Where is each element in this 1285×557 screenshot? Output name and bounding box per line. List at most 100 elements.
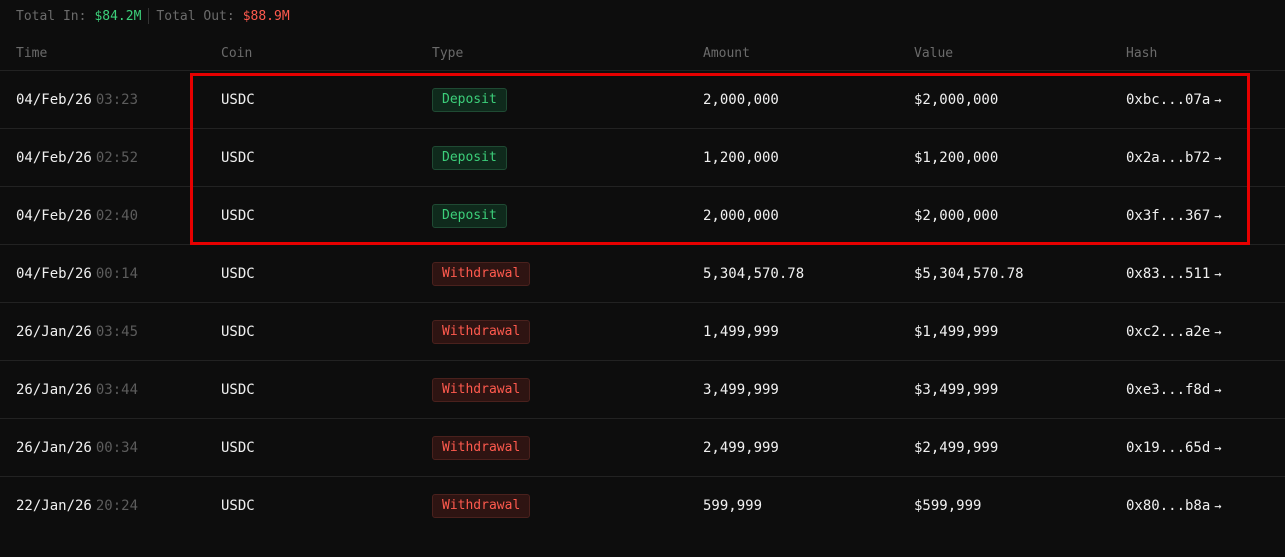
table-body: 04/Feb/26 03:23 USDC Deposit 2,000,000 $2…: [0, 70, 1285, 534]
value-cell: $3,499,999: [914, 381, 999, 398]
hash-link[interactable]: 0xbc...07a →: [1126, 92, 1222, 108]
hash-text[interactable]: 0xbc...07a: [1126, 92, 1210, 108]
value-cell: $1,499,999: [914, 323, 999, 340]
table-header: Time Coin Type Amount Value Hash: [0, 37, 1285, 70]
coin-cell: USDC: [221, 381, 255, 398]
column-header-amount[interactable]: Amount: [703, 46, 750, 61]
amount-cell: 1,499,999: [703, 323, 779, 340]
row-clock: 00:14: [95, 265, 139, 282]
time-cell: 04/Feb/26 00:14: [16, 266, 138, 282]
table-row[interactable]: 04/Feb/26 02:52 USDC Deposit 1,200,000 $1…: [0, 128, 1285, 186]
row-date: 04/Feb/26: [16, 149, 92, 166]
table-row[interactable]: 22/Jan/26 20:24 USDC Withdrawal 599,999 $…: [0, 476, 1285, 534]
withdrawal-badge: Withdrawal: [432, 435, 531, 460]
coin-cell: USDC: [221, 497, 255, 514]
table-row[interactable]: 26/Jan/26 03:44 USDC Withdrawal 3,499,999…: [0, 360, 1285, 418]
type-cell: Withdrawal: [432, 319, 531, 344]
arrow-right-icon[interactable]: →: [1214, 441, 1221, 455]
value-cell: $2,000,000: [914, 207, 999, 224]
coin-cell: USDC: [221, 439, 255, 456]
hash-link[interactable]: 0x19...65d →: [1126, 440, 1222, 456]
table-row[interactable]: 04/Feb/26 03:23 USDC Deposit 2,000,000 $2…: [0, 70, 1285, 128]
value-cell: $599,999: [914, 497, 982, 514]
arrow-right-icon[interactable]: →: [1214, 151, 1221, 165]
amount-cell: 3,499,999: [703, 381, 779, 398]
withdrawal-badge: Withdrawal: [432, 493, 531, 518]
table-row[interactable]: 26/Jan/26 03:45 USDC Withdrawal 1,499,999…: [0, 302, 1285, 360]
hash-link[interactable]: 0xc2...a2e →: [1126, 324, 1222, 340]
row-clock: 02:52: [95, 149, 139, 166]
row-date: 26/Jan/26: [16, 323, 92, 340]
deposit-badge: Deposit: [432, 87, 507, 112]
hash-text[interactable]: 0x3f...367: [1126, 208, 1210, 224]
value-cell: $2,000,000: [914, 91, 999, 108]
withdrawal-badge: Withdrawal: [432, 261, 531, 286]
column-header-time[interactable]: Time: [16, 46, 47, 61]
hash-text[interactable]: 0xe3...f8d: [1126, 382, 1210, 398]
row-date: 04/Feb/26: [16, 265, 92, 282]
arrow-right-icon[interactable]: →: [1214, 267, 1221, 281]
total-out-value: $88.9M: [242, 8, 290, 24]
column-header-hash[interactable]: Hash: [1126, 46, 1157, 61]
hash-link[interactable]: 0x2a...b72 →: [1126, 150, 1222, 166]
time-cell: 04/Feb/26 03:23: [16, 92, 138, 108]
row-clock: 20:24: [95, 497, 139, 514]
total-in-value: $84.2M: [94, 8, 142, 24]
time-cell: 04/Feb/26 02:52: [16, 150, 138, 166]
coin-cell: USDC: [221, 265, 255, 282]
table-row[interactable]: 04/Feb/26 02:40 USDC Deposit 2,000,000 $2…: [0, 186, 1285, 244]
hash-link[interactable]: 0x3f...367 →: [1126, 208, 1222, 224]
hash-link[interactable]: 0xe3...f8d →: [1126, 382, 1222, 398]
table-row[interactable]: 26/Jan/26 00:34 USDC Withdrawal 2,499,999…: [0, 418, 1285, 476]
hash-text[interactable]: 0x83...511: [1126, 266, 1210, 282]
row-date: 04/Feb/26: [16, 91, 92, 108]
arrow-right-icon[interactable]: →: [1214, 93, 1221, 107]
withdrawal-badge: Withdrawal: [432, 377, 531, 402]
time-cell: 22/Jan/26 20:24: [16, 498, 138, 514]
deposit-badge: Deposit: [432, 145, 507, 170]
row-date: 26/Jan/26: [16, 381, 92, 398]
row-date: 04/Feb/26: [16, 207, 92, 224]
hash-link[interactable]: 0x80...b8a →: [1126, 498, 1222, 514]
row-clock: 03:44: [95, 381, 139, 398]
row-clock: 00:34: [95, 439, 139, 456]
type-cell: Deposit: [432, 87, 507, 112]
time-cell: 26/Jan/26 00:34: [16, 440, 138, 456]
type-cell: Withdrawal: [432, 261, 531, 286]
column-header-value[interactable]: Value: [914, 46, 953, 61]
row-date: 22/Jan/26: [16, 497, 92, 514]
hash-text[interactable]: 0x2a...b72: [1126, 150, 1210, 166]
amount-cell: 599,999: [703, 497, 763, 514]
coin-cell: USDC: [221, 207, 255, 224]
time-cell: 26/Jan/26 03:44: [16, 382, 138, 398]
coin-cell: USDC: [221, 149, 255, 166]
type-cell: Deposit: [432, 145, 507, 170]
total-out-label: Total Out:: [156, 8, 235, 24]
transactions-table: Time Coin Type Amount Value Hash 04/Feb/…: [0, 37, 1285, 534]
row-clock: 02:40: [95, 207, 139, 224]
column-header-type[interactable]: Type: [432, 46, 463, 61]
hash-text[interactable]: 0x19...65d: [1126, 440, 1210, 456]
arrow-right-icon[interactable]: →: [1214, 499, 1221, 513]
hash-text[interactable]: 0xc2...a2e: [1126, 324, 1210, 340]
coin-cell: USDC: [221, 91, 255, 108]
summary-divider: [148, 8, 150, 24]
arrow-right-icon[interactable]: →: [1214, 383, 1221, 397]
row-date: 26/Jan/26: [16, 439, 92, 456]
arrow-right-icon[interactable]: →: [1214, 325, 1221, 339]
value-cell: $2,499,999: [914, 439, 999, 456]
type-cell: Withdrawal: [432, 435, 531, 460]
hash-link[interactable]: 0x83...511 →: [1126, 266, 1222, 282]
totals-summary: Total In: $84.2M Total Out: $88.9M: [16, 6, 290, 26]
type-cell: Deposit: [432, 203, 507, 228]
time-cell: 26/Jan/26 03:45: [16, 324, 138, 340]
arrow-right-icon[interactable]: →: [1214, 209, 1221, 223]
hash-text[interactable]: 0x80...b8a: [1126, 498, 1210, 514]
row-clock: 03:45: [95, 323, 139, 340]
table-row[interactable]: 04/Feb/26 00:14 USDC Withdrawal 5,304,570…: [0, 244, 1285, 302]
type-cell: Withdrawal: [432, 377, 531, 402]
withdrawal-badge: Withdrawal: [432, 319, 531, 344]
amount-cell: 5,304,570.78: [703, 265, 805, 282]
amount-cell: 2,000,000: [703, 91, 779, 108]
column-header-coin[interactable]: Coin: [221, 46, 252, 61]
